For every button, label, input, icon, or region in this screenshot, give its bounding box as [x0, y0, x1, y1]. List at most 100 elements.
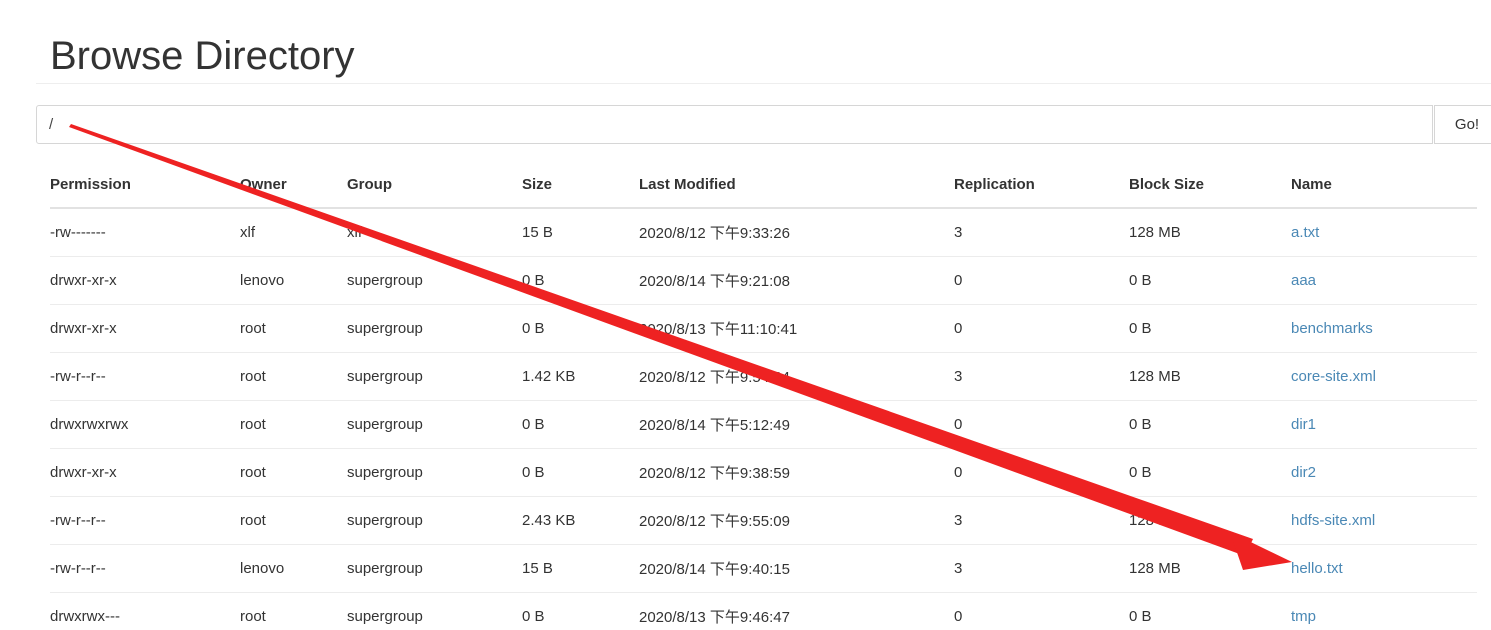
cell-block-size: 128 MB: [1129, 496, 1291, 545]
file-link[interactable]: benchmarks: [1291, 320, 1373, 337]
cell-block-size: 128 MB: [1129, 208, 1291, 257]
table-header-row: Permission Owner Group Size Last Modifie…: [50, 170, 1477, 209]
cell-replication: 0: [954, 256, 1129, 305]
cell-replication: 3: [954, 544, 1129, 593]
cell-owner: root: [240, 448, 347, 497]
file-link[interactable]: dir1: [1291, 416, 1316, 433]
cell-owner: root: [240, 496, 347, 545]
directory-table: Permission Owner Group Size Last Modifie…: [50, 170, 1477, 630]
column-header-permission: Permission: [50, 170, 240, 209]
cell-owner: root: [240, 304, 347, 353]
column-header-group: Group: [347, 170, 522, 209]
cell-group: xlf: [347, 208, 522, 257]
cell-group: supergroup: [347, 400, 522, 449]
cell-name: aaa: [1291, 256, 1477, 305]
cell-replication: 0: [954, 400, 1129, 449]
cell-replication: 3: [954, 208, 1129, 257]
cell-name: dir2: [1291, 448, 1477, 497]
cell-owner: root: [240, 400, 347, 449]
cell-block-size: 0 B: [1129, 448, 1291, 497]
cell-size: 0 B: [522, 304, 639, 353]
cell-size: 15 B: [522, 208, 639, 257]
cell-group: supergroup: [347, 448, 522, 497]
table-row: drwxrwx--- root supergroup 0 B 2020/8/13 下午9…: [50, 592, 1477, 630]
file-link[interactable]: hdfs-site.xml: [1291, 512, 1375, 529]
table-body: -rw------- xlf xlf 15 B 2020/8/12 下午9:33:26 3…: [50, 208, 1477, 630]
table-row: -rw-r--r-- root supergroup 2.43 KB 2020/8/12…: [50, 496, 1477, 545]
cell-group: supergroup: [347, 592, 522, 630]
page-title: Browse Directory: [50, 33, 355, 78]
cell-last-modified: 2020/8/12 下午9:55:09: [639, 496, 954, 545]
cell-name: benchmarks: [1291, 304, 1477, 353]
cell-permission: drwxr-xr-x: [50, 304, 240, 353]
table-head: Permission Owner Group Size Last Modifie…: [50, 170, 1477, 209]
cell-group: supergroup: [347, 496, 522, 545]
cell-name: core-site.xml: [1291, 352, 1477, 401]
cell-size: 15 B: [522, 544, 639, 593]
cell-replication: 0: [954, 592, 1129, 630]
cell-size: 0 B: [522, 448, 639, 497]
column-header-size: Size: [522, 170, 639, 209]
cell-owner: lenovo: [240, 544, 347, 593]
file-link[interactable]: a.txt: [1291, 224, 1319, 241]
cell-group: supergroup: [347, 256, 522, 305]
cell-name: hello.txt: [1291, 544, 1477, 593]
column-header-last-modified: Last Modified: [639, 170, 954, 209]
table-row: -rw-r--r-- root supergroup 1.42 KB 2020/8/12…: [50, 352, 1477, 401]
file-link[interactable]: tmp: [1291, 608, 1316, 625]
cell-owner: root: [240, 592, 347, 630]
cell-replication: 0: [954, 304, 1129, 353]
cell-last-modified: 2020/8/12 下午9:54:34: [639, 352, 954, 401]
cell-size: 0 B: [522, 256, 639, 305]
table-row: drwxrwxrwx root supergroup 0 B 2020/8/14 下午5…: [50, 400, 1477, 449]
cell-replication: 3: [954, 352, 1129, 401]
cell-permission: drwxr-xr-x: [50, 448, 240, 497]
cell-size: 0 B: [522, 592, 639, 630]
cell-permission: drwxrwx---: [50, 592, 240, 630]
file-link[interactable]: aaa: [1291, 272, 1316, 289]
table-row: drwxr-xr-x lenovo supergroup 0 B 2020/8/14 下…: [50, 256, 1477, 305]
cell-last-modified: 2020/8/13 下午9:46:47: [639, 592, 954, 630]
cell-permission: -rw-r--r--: [50, 352, 240, 401]
cell-block-size: 128 MB: [1129, 352, 1291, 401]
cell-name: a.txt: [1291, 208, 1477, 257]
cell-name: dir1: [1291, 400, 1477, 449]
column-header-block-size: Block Size: [1129, 170, 1291, 209]
cell-owner: lenovo: [240, 256, 347, 305]
table-row: drwxr-xr-x root supergroup 0 B 2020/8/13 下午1…: [50, 304, 1477, 353]
cell-block-size: 0 B: [1129, 256, 1291, 305]
cell-size: 0 B: [522, 400, 639, 449]
file-link[interactable]: dir2: [1291, 464, 1316, 481]
browse-directory-page: Browse Directory Go! Permission Owner Gr…: [0, 0, 1491, 630]
cell-last-modified: 2020/8/13 下午11:10:41: [639, 304, 954, 353]
table-row: drwxr-xr-x root supergroup 0 B 2020/8/12 下午9…: [50, 448, 1477, 497]
cell-name: tmp: [1291, 592, 1477, 630]
file-link[interactable]: hello.txt: [1291, 560, 1343, 577]
cell-permission: drwxrwxrwx: [50, 400, 240, 449]
cell-block-size: 0 B: [1129, 304, 1291, 353]
cell-last-modified: 2020/8/14 下午9:40:15: [639, 544, 954, 593]
go-button[interactable]: Go!: [1434, 105, 1491, 144]
directory-listing: Permission Owner Group Size Last Modifie…: [50, 170, 1477, 630]
cell-block-size: 0 B: [1129, 592, 1291, 630]
cell-permission: -rw-------: [50, 208, 240, 257]
cell-permission: -rw-r--r--: [50, 544, 240, 593]
cell-block-size: 128 MB: [1129, 544, 1291, 593]
cell-last-modified: 2020/8/14 下午9:21:08: [639, 256, 954, 305]
cell-last-modified: 2020/8/12 下午9:38:59: [639, 448, 954, 497]
path-input[interactable]: [36, 105, 1433, 144]
column-header-owner: Owner: [240, 170, 347, 209]
table-row: -rw-r--r-- lenovo supergroup 15 B 2020/8/14 …: [50, 544, 1477, 593]
column-header-name: Name: [1291, 170, 1477, 209]
cell-replication: 0: [954, 448, 1129, 497]
cell-size: 2.43 KB: [522, 496, 639, 545]
cell-owner: root: [240, 352, 347, 401]
table-row: -rw------- xlf xlf 15 B 2020/8/12 下午9:33:26 3…: [50, 208, 1477, 257]
cell-owner: xlf: [240, 208, 347, 257]
cell-name: hdfs-site.xml: [1291, 496, 1477, 545]
cell-replication: 3: [954, 496, 1129, 545]
cell-size: 1.42 KB: [522, 352, 639, 401]
cell-last-modified: 2020/8/14 下午5:12:49: [639, 400, 954, 449]
cell-permission: drwxr-xr-x: [50, 256, 240, 305]
file-link[interactable]: core-site.xml: [1291, 368, 1376, 385]
